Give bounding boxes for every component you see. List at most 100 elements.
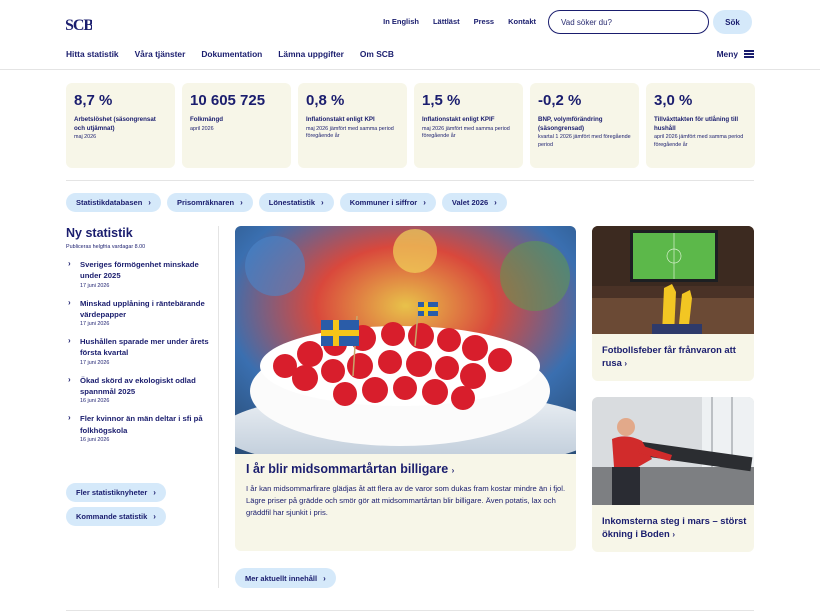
link-kontakt[interactable]: Kontakt <box>508 17 536 26</box>
kpi-period: maj 2026 <box>74 134 97 141</box>
side-article-image <box>592 226 754 334</box>
kpi-card-kpi[interactable]: 0,8 % Inflationstakt enligt KPI maj 2026… <box>298 83 407 168</box>
quick-link-label: Statistikdatabasen <box>76 198 143 207</box>
news-item-date: 17 juni 2026 <box>80 359 110 366</box>
news-item[interactable]: › Sveriges förmögenhet minskade under 20… <box>66 259 216 289</box>
chevron-right-icon: › <box>494 198 497 207</box>
nav-vara-tjanster[interactable]: Våra tjänster <box>135 49 186 59</box>
upcoming-statistics-button[interactable]: Kommande statistik › <box>66 507 166 526</box>
quick-link-label: Lönestatistik <box>268 198 316 207</box>
news-item-title: Fler kvinnor än män deltar i sfi på folk… <box>80 414 203 435</box>
quick-link-label: Kommuner i siffror <box>349 198 418 207</box>
link-lattlast[interactable]: Lättläst <box>433 17 460 26</box>
feature-article[interactable]: I år blir midsommartårtan billigare › I … <box>235 226 576 551</box>
feature-title: I år blir midsommartårtan billigare › <box>246 462 454 476</box>
quick-link-label: Prisomräknaren <box>176 198 235 207</box>
side-article-title: Fotbollsfeber får frånvaron att rusa › <box>602 344 748 371</box>
news-item[interactable]: › Ökad skörd av ekologiskt odlad spannmå… <box>66 375 216 405</box>
news-item[interactable]: › Minskad upplåning i räntebärande värde… <box>66 298 216 328</box>
nav-dokumentation[interactable]: Dokumentation <box>201 49 262 59</box>
quick-link-statistikdatabasen[interactable]: Statistikdatabasen › <box>66 193 161 212</box>
kpi-value: 8,7 % <box>74 92 113 109</box>
button-label: Mer aktuellt innehåll <box>245 573 318 583</box>
news-item[interactable]: › Hushållen sparade mer under årets förs… <box>66 336 216 366</box>
nav-hitta-statistik[interactable]: Hitta statistik <box>66 49 119 59</box>
kpi-value: 0,8 % <box>306 92 345 109</box>
chevron-right-icon: › <box>153 512 156 521</box>
side-article-image <box>592 397 754 505</box>
site-header: SCB In English Lättläst Press Kontakt Sö… <box>0 0 820 70</box>
quick-link-kommuner[interactable]: Kommuner i siffror › <box>339 193 436 212</box>
kpi-card-bnp[interactable]: -0,2 % BNP, volymförändring (säsongrensa… <box>530 83 639 168</box>
kpi-period: april 2026 jämfört med samma period före… <box>654 134 744 148</box>
news-item-title: Minskad upplåning i räntebärande värdepa… <box>80 298 205 319</box>
quick-link-lonestatistik[interactable]: Lönestatistik › <box>258 193 334 212</box>
nav-lamna-uppgifter[interactable]: Lämna uppgifter <box>278 49 344 59</box>
kpi-label: Inflationstakt enligt KPIF <box>422 116 495 123</box>
chevron-right-icon: › <box>323 573 326 583</box>
kpi-value: 10 605 725 <box>190 92 266 109</box>
hamburger-icon <box>744 50 754 58</box>
side-article-inkomster[interactable]: Inkomsterna steg i mars – störst ökning … <box>592 397 754 552</box>
kpi-value: 1,5 % <box>422 92 461 109</box>
more-content-button[interactable]: Mer aktuellt innehåll › <box>235 568 336 588</box>
chevron-right-icon: › <box>672 529 675 539</box>
nav-om-scb[interactable]: Om SCB <box>360 49 394 59</box>
more-news-button[interactable]: Fler statistiknyheter › <box>66 483 166 502</box>
kpi-period: maj 2026 jämfört med samma period föregå… <box>422 125 510 139</box>
news-item-date: 17 juni 2026 <box>80 321 110 328</box>
kpi-label: BNP, volymförändring (säsongrensad) <box>538 116 603 132</box>
bottom-divider <box>66 610 754 611</box>
chevron-right-icon: › <box>240 198 243 207</box>
search-button[interactable]: Sök <box>713 10 752 34</box>
quick-link-valet[interactable]: Valet 2026 › <box>441 193 507 212</box>
top-links: In English Lättläst Press Kontakt <box>383 17 536 26</box>
kpi-row: 8,7 % Arbetslöshet (säsongrensat och utj… <box>66 83 755 168</box>
chevron-right-icon: › <box>624 358 628 368</box>
kpi-card-arbetsloshet[interactable]: 8,7 % Arbetslöshet (säsongrensat och utj… <box>66 83 175 168</box>
news-item-date: 16 juni 2026 <box>80 436 110 443</box>
kpi-period: maj 2026 jämfört med samma period föregå… <box>306 125 394 139</box>
news-list: › Sveriges förmögenhet minskade under 20… <box>66 259 216 443</box>
side-article-title: Inkomsterna steg i mars – störst ökning … <box>602 515 748 542</box>
kpi-card-folkmangd[interactable]: 10 605 725 Folkmängd april 2026 <box>182 83 291 168</box>
kpi-value: -0,2 % <box>538 92 582 109</box>
quick-link-prisomraknaren[interactable]: Prisomräknaren › <box>166 193 253 212</box>
feature-title-text: I år blir midsommartårtan billigare <box>246 462 449 476</box>
side-article-fotboll[interactable]: Fotbollsfeber får frånvaron att rusa › <box>592 226 754 381</box>
feature-image <box>235 226 576 454</box>
news-item-title: Hushållen sparade mer under årets första… <box>80 337 209 358</box>
news-item-title: Sveriges förmögenhet minskade under 2025 <box>80 260 199 281</box>
chevron-right-icon: › <box>68 374 71 384</box>
section-divider <box>66 180 754 181</box>
side-article-title-text: Fotbollsfeber får frånvaron att rusa <box>602 344 736 368</box>
button-label: Kommande statistik <box>76 512 148 521</box>
svg-text:SCB: SCB <box>66 17 92 34</box>
news-heading: Ny statistik <box>66 226 133 240</box>
feature-text: I år kan midsommarfirare glädjas åt att … <box>246 484 566 517</box>
news-item[interactable]: › Fler kvinnor än män deltar i sfi på fo… <box>66 413 216 443</box>
chevron-right-icon: › <box>68 297 71 307</box>
news-subheading: Publiceras helgfria vardagar 8.00 <box>66 244 146 250</box>
chevron-right-icon: › <box>148 198 151 207</box>
search-input[interactable] <box>548 10 709 34</box>
kpi-label: Arbetslöshet (säsongrensat och utjämnat) <box>74 116 156 132</box>
kpi-label: Inflationstakt enligt KPI <box>306 116 375 123</box>
chevron-right-icon: › <box>321 198 324 207</box>
menu-label: Meny <box>716 49 738 59</box>
button-label: Fler statistiknyheter <box>76 488 148 497</box>
kpi-label: Tillväxttakten för utlåning till hushåll <box>654 116 739 132</box>
column-divider <box>218 226 219 588</box>
link-in-english[interactable]: In English <box>383 17 419 26</box>
scb-logo[interactable]: SCB <box>66 10 92 36</box>
quick-link-label: Valet 2026 <box>451 198 489 207</box>
chevron-right-icon: › <box>153 488 156 497</box>
menu-button[interactable]: Meny <box>717 49 754 59</box>
news-item-title: Ökad skörd av ekologiskt odlad spannmål … <box>80 375 196 397</box>
kpi-card-kpif[interactable]: 1,5 % Inflationstakt enligt KPIF maj 202… <box>414 83 523 168</box>
news-item-date: 17 juni 2026 <box>80 282 110 289</box>
kpi-card-utlaning[interactable]: 3,0 % Tillväxttakten för utlåning till h… <box>646 83 755 168</box>
link-press[interactable]: Press <box>474 17 494 26</box>
quick-links: Statistikdatabasen › Prisomräknaren › Löne… <box>66 193 507 212</box>
kpi-label: Folkmängd <box>190 116 224 123</box>
